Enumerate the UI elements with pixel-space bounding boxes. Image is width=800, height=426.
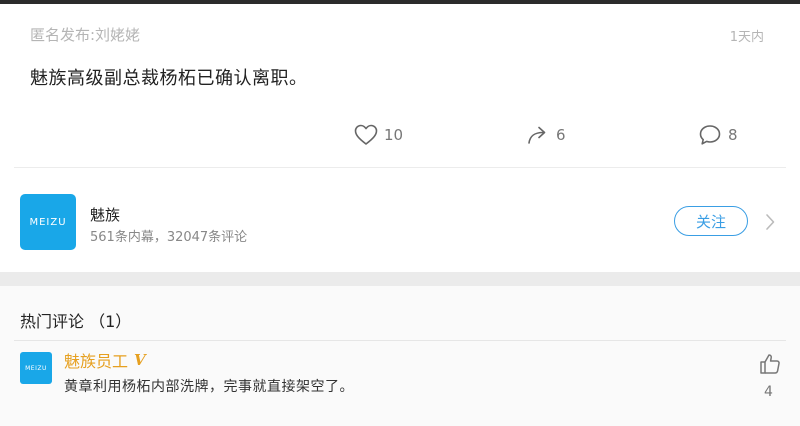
verified-badge: V <box>134 351 146 369</box>
comment-count: 8 <box>728 126 738 144</box>
comment-text: 黄章利用杨柘内部洗牌，完事就直接架空了。 <box>64 379 354 395</box>
heart-icon <box>354 124 378 146</box>
account-stats: 561条内幕，32047条评论 <box>90 230 248 245</box>
post-actions: 10 6 8 <box>0 118 800 152</box>
share-button[interactable]: 6 <box>526 118 566 152</box>
commenter-avatar[interactable]: MEIZU <box>20 352 52 384</box>
follow-button[interactable]: 关注 <box>674 206 748 236</box>
share-arrow-icon <box>526 124 550 146</box>
account-card[interactable]: MEIZU 魅族 561条内幕，32047条评论 关注 <box>0 168 800 272</box>
chevron-right-icon[interactable] <box>764 213 776 235</box>
commenter-name-row: 魅族员工 V <box>64 348 146 372</box>
share-count: 6 <box>556 126 566 144</box>
hot-comments-title: 热门评论 （1） <box>20 312 132 331</box>
meizu-logo: MEIZU <box>20 194 76 250</box>
comment-like-count: 4 <box>764 384 773 400</box>
comment-bubble-icon <box>698 124 722 146</box>
commenter-name[interactable]: 魅族员工 <box>64 348 128 372</box>
comment-button[interactable]: 8 <box>698 118 738 152</box>
post-author-line: 匿名发布:刘姥姥 <box>30 26 141 44</box>
section-separator <box>0 272 800 286</box>
account-name: 魅族 <box>90 206 121 224</box>
divider <box>14 340 786 341</box>
top-bar <box>0 0 800 4</box>
hot-comments-section: 热门评论 （1） MEIZU 魅族员工 V 黄章利用杨柘内部洗牌，完事就直接架空… <box>0 286 800 426</box>
like-count: 10 <box>384 126 404 144</box>
post-timestamp: 1天内 <box>729 30 764 45</box>
like-button[interactable]: 10 <box>354 118 403 152</box>
thumbs-up-icon[interactable] <box>758 352 782 380</box>
post-content: 魅族高级副总裁杨柘已确认离职。 <box>30 68 308 89</box>
